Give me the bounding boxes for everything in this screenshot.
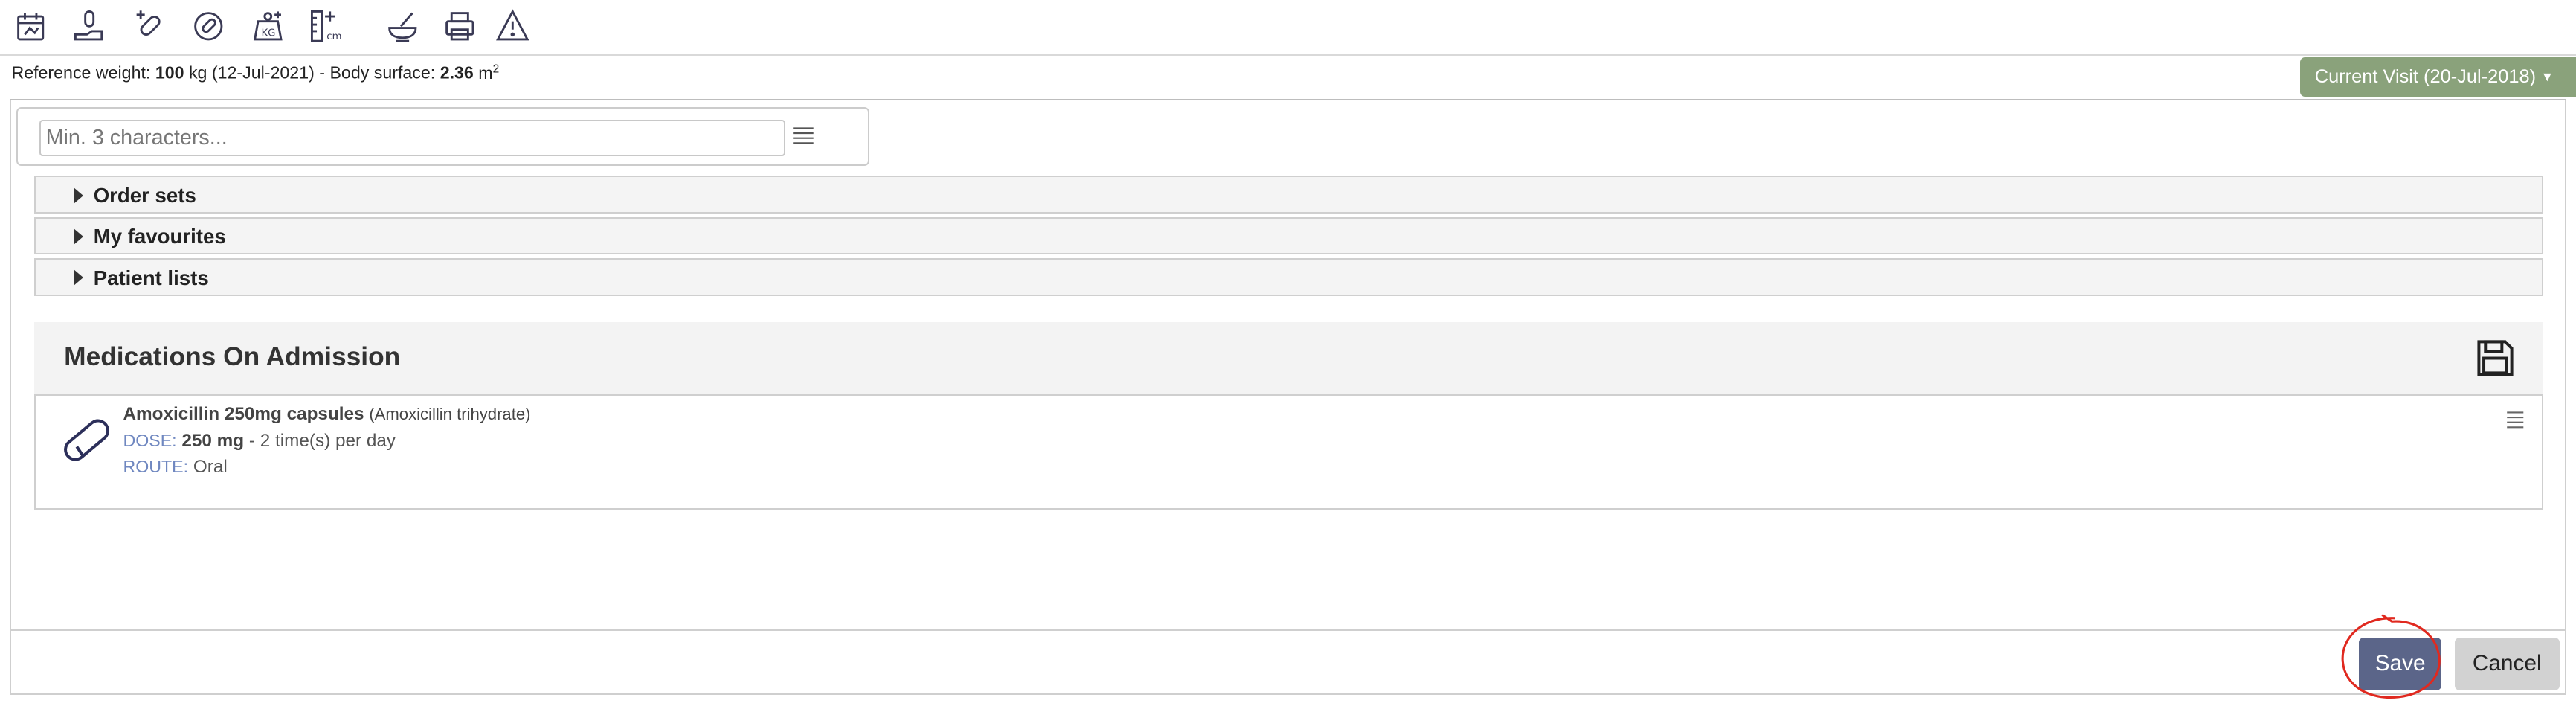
list-icon[interactable] bbox=[792, 125, 815, 148]
accordion-order-sets[interactable]: Order sets bbox=[34, 176, 2543, 214]
svg-text:cm: cm bbox=[327, 31, 342, 42]
caret-right-icon bbox=[74, 269, 83, 286]
medication-name: Amoxicillin 250mg capsules bbox=[123, 404, 364, 425]
weight-value: 100 bbox=[155, 62, 184, 83]
pill-plus-icon[interactable] bbox=[132, 8, 168, 45]
height-ruler-icon[interactable]: cm bbox=[309, 8, 345, 45]
search-input[interactable] bbox=[39, 120, 785, 156]
medications-title: Medications On Admission bbox=[64, 342, 401, 371]
medication-item: Amoxicillin 250mg capsules (Amoxicillin … bbox=[34, 394, 2543, 510]
surface-unit: m2 bbox=[478, 62, 500, 83]
reference-weight-line: Reference weight: 100 kg (12-Jul-2021) -… bbox=[11, 62, 499, 83]
mortar-pestle-icon[interactable] bbox=[384, 8, 421, 45]
medication-route-line: ROUTE: Oral bbox=[123, 457, 227, 478]
pill-circle-icon[interactable] bbox=[190, 8, 227, 45]
surface-exponent: 2 bbox=[492, 62, 500, 75]
medication-dose-line: DOSE: 250 mg - 2 time(s) per day bbox=[123, 431, 396, 452]
accordion-label: My favourites bbox=[93, 225, 226, 249]
calendar-icon[interactable] bbox=[13, 8, 50, 45]
cancel-button[interactable]: Cancel bbox=[2454, 638, 2560, 690]
surface-value: 2.36 bbox=[439, 62, 474, 83]
route-value: Oral bbox=[193, 456, 228, 477]
weigh-scale-icon[interactable]: KG bbox=[250, 8, 286, 45]
accordion-my-favourites[interactable]: My favourites bbox=[34, 217, 2543, 255]
medication-name-line: Amoxicillin 250mg capsules (Amoxicillin … bbox=[123, 404, 530, 425]
surface-unit-text: m bbox=[478, 62, 493, 83]
accordion-label: Patient lists bbox=[93, 266, 209, 289]
accordion-label: Order sets bbox=[93, 184, 196, 208]
floppy-disk-icon[interactable] bbox=[2476, 339, 2515, 378]
current-visit-label: Current Visit (20-Jul-2018) bbox=[2314, 66, 2537, 88]
caret-down-icon: ▼ bbox=[2540, 69, 2554, 85]
medication-generic: (Amoxicillin trihydrate) bbox=[369, 405, 531, 424]
weight-label: Reference weight: bbox=[11, 62, 151, 83]
warning-icon[interactable] bbox=[495, 8, 531, 45]
menu-icon[interactable] bbox=[2505, 405, 2525, 429]
dose-value: 250 mg bbox=[181, 430, 245, 451]
footer-divider bbox=[11, 629, 2565, 632]
weight-unit: kg bbox=[188, 62, 207, 83]
route-label: ROUTE: bbox=[123, 456, 189, 476]
toolbar: KG cm bbox=[0, 0, 2576, 56]
caret-right-icon bbox=[74, 187, 83, 204]
printer-icon[interactable] bbox=[442, 8, 478, 45]
dose-frequency: - 2 time(s) per day bbox=[248, 430, 396, 451]
dose-label: DOSE: bbox=[123, 430, 177, 450]
annotation-circle bbox=[2341, 613, 2441, 699]
surface-label: Body surface: bbox=[329, 62, 436, 83]
svg-text:KG: KG bbox=[261, 28, 275, 39]
pill-icon bbox=[59, 412, 115, 468]
hand-pill-icon[interactable] bbox=[72, 8, 109, 45]
weight-date: (12-Jul-2021) bbox=[211, 62, 315, 83]
accordion-patient-lists[interactable]: Patient lists bbox=[34, 257, 2543, 296]
medications-header: Medications On Admission bbox=[34, 322, 2543, 395]
current-visit-dropdown[interactable]: Current Visit (20-Jul-2018) ▼ bbox=[2299, 57, 2576, 97]
caret-right-icon bbox=[74, 228, 83, 245]
separator: - bbox=[319, 62, 325, 83]
